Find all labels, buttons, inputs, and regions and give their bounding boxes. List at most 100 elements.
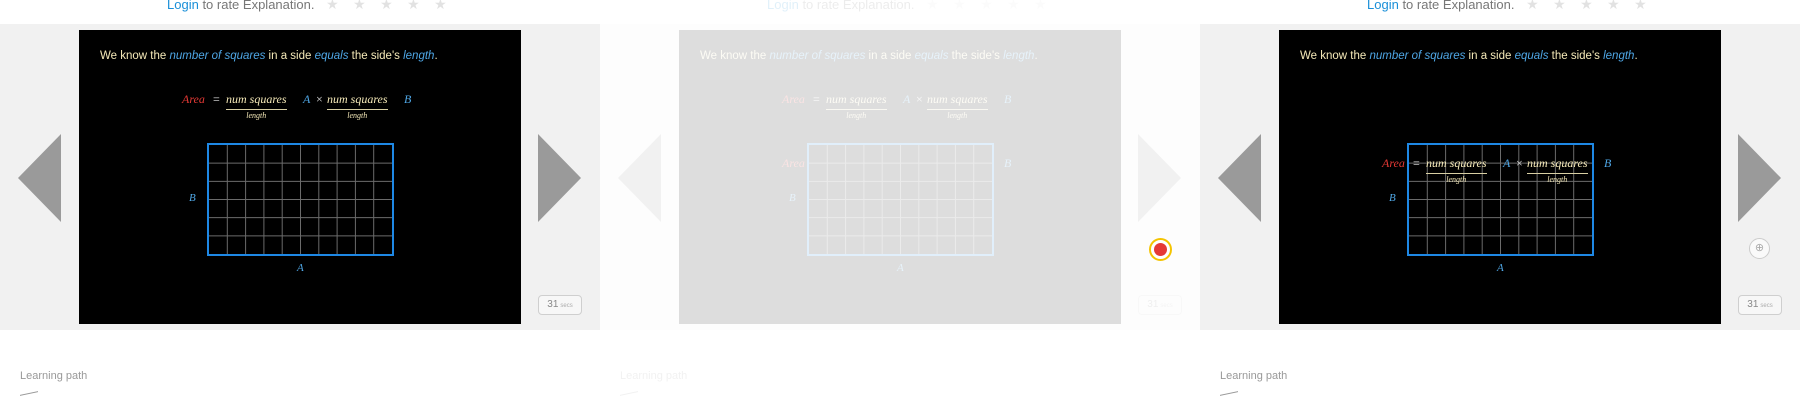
fraction-denominator: length <box>1446 175 1467 184</box>
next-slide-button[interactable] <box>538 134 581 222</box>
duration-counter[interactable]: 31 secs <box>538 295 582 315</box>
next-slide-button[interactable] <box>1738 134 1781 222</box>
fraction-denominator: length <box>246 111 267 120</box>
side-b-label: B <box>789 192 796 204</box>
explanation-panel-transition: Login to rate Explanation. ★ ★ ★ ★ ★ We … <box>600 0 1200 400</box>
fraction-numerator: num squares <box>327 92 388 106</box>
login-link[interactable]: Login <box>1367 0 1399 12</box>
intro-text: . <box>434 50 438 62</box>
formula-b: B <box>1004 156 1012 170</box>
grid-lines <box>209 145 392 254</box>
rating-text: to rate Explanation. <box>802 0 915 12</box>
formula-fraction: num squares length <box>226 92 287 120</box>
formula-b: B <box>404 92 412 106</box>
intro-highlight: length <box>403 50 435 62</box>
intro-text: the side's <box>948 50 1004 62</box>
explanation-panel: Login to rate Explanation. ★ ★ ★ ★ ★ We … <box>1200 0 1800 400</box>
intro-highlight: length <box>1003 50 1035 62</box>
slide-intro: We know the number of squares in a side … <box>1300 50 1638 62</box>
formula-area: Area <box>1382 156 1405 170</box>
formula-equals: = <box>813 92 820 106</box>
duration-counter[interactable]: 31 secs <box>1138 295 1182 315</box>
square-grid <box>807 143 994 256</box>
slide-intro: We know the number of squares in a side … <box>700 50 1038 62</box>
duration-counter[interactable]: 31 secs <box>1738 295 1782 315</box>
slide: We know the number of squares in a side … <box>679 30 1121 324</box>
prev-slide-button[interactable] <box>18 134 61 222</box>
formula-fraction: num squares length <box>927 92 988 120</box>
formula-b: B <box>1604 156 1612 170</box>
fraction-numerator: num squares <box>1527 156 1588 170</box>
rating-row: Login to rate Explanation. ★ ★ ★ ★ ★ <box>167 0 452 13</box>
fraction-bar <box>327 109 388 110</box>
side-a-label: A <box>897 262 904 274</box>
fraction-denominator: length <box>947 111 968 120</box>
formula-equals: = <box>1413 156 1420 170</box>
rating-text: to rate Explanation. <box>1402 0 1515 12</box>
crosshair-dot <box>1154 243 1167 256</box>
intro-text: in a side <box>865 50 915 62</box>
fraction-denominator: length <box>846 111 867 120</box>
rating-text: to rate Explanation. <box>202 0 315 12</box>
learning-path-label[interactable]: Learning path <box>620 370 687 382</box>
side-b-label: B <box>189 192 196 204</box>
learning-path-icon <box>620 391 638 400</box>
intro-text: the side's <box>1548 50 1604 62</box>
rating-stars[interactable]: ★ ★ ★ ★ ★ <box>1526 0 1652 13</box>
counter-value: 31 <box>1147 299 1159 310</box>
fraction-numerator: num squares <box>1426 156 1487 170</box>
grid-lines <box>809 145 992 254</box>
slide: We know the number of squares in a side … <box>1279 30 1721 324</box>
intro-text: We know the <box>700 50 770 62</box>
slide-intro: We know the number of squares in a side … <box>100 50 438 62</box>
rating-row: Login to rate Explanation. ★ ★ ★ ★ ★ <box>1367 0 1652 13</box>
intro-highlight: equals <box>314 50 349 62</box>
fraction-bar <box>226 109 287 110</box>
login-link[interactable]: Login <box>167 0 199 12</box>
fraction-bar <box>927 109 988 110</box>
formula-area: Area <box>782 92 805 106</box>
intro-highlight: number of squares <box>169 50 266 62</box>
formula-b: B <box>1004 92 1012 106</box>
side-a-label: A <box>297 262 304 274</box>
intro-text: the side's <box>348 50 404 62</box>
counter-unit: secs <box>1160 303 1173 309</box>
intro-text: We know the <box>100 50 170 62</box>
counter-value: 31 <box>1747 299 1759 310</box>
formula-equals: = <box>213 92 220 106</box>
learning-path-icon <box>20 391 38 400</box>
side-b-label: B <box>1389 192 1396 204</box>
crosshair-icon[interactable]: ⊕ <box>1749 238 1770 259</box>
formula-fraction: num squares length <box>826 92 887 120</box>
formula-times: × <box>1516 156 1523 170</box>
intro-text: in a side <box>265 50 315 62</box>
intro-highlight: length <box>1603 50 1635 62</box>
counter-unit: secs <box>1760 303 1773 309</box>
formula-area: Area <box>182 92 205 106</box>
login-link[interactable]: Login <box>767 0 799 12</box>
formula-a: A <box>903 92 911 106</box>
intro-highlight: number of squares <box>769 50 866 62</box>
counter-unit: secs <box>560 303 573 309</box>
rating-stars[interactable]: ★ ★ ★ ★ ★ <box>326 0 452 13</box>
crosshair-icon[interactable] <box>1149 238 1172 261</box>
intro-highlight: number of squares <box>1369 50 1466 62</box>
formula-a: A <box>1503 156 1511 170</box>
prev-slide-button[interactable] <box>1218 134 1261 222</box>
fraction-bar <box>1426 173 1487 174</box>
intro-text: in a side <box>1465 50 1515 62</box>
counter-value: 31 <box>547 299 559 310</box>
learning-path-label[interactable]: Learning path <box>1220 370 1287 382</box>
formula-fraction: num squares length <box>1527 156 1588 184</box>
formula-times: × <box>316 92 323 106</box>
prev-slide-button[interactable] <box>618 134 661 222</box>
fraction-denominator: length <box>347 111 368 120</box>
formula-times: × <box>916 92 923 106</box>
fraction-denominator: length <box>1547 175 1568 184</box>
rating-stars[interactable]: ★ ★ ★ ★ ★ <box>926 0 1052 13</box>
intro-text: . <box>1034 50 1038 62</box>
learning-path-label[interactable]: Learning path <box>20 370 87 382</box>
next-slide-button[interactable] <box>1138 134 1181 222</box>
rating-row: Login to rate Explanation. ★ ★ ★ ★ ★ <box>767 0 1052 13</box>
intro-highlight: equals <box>1514 50 1549 62</box>
